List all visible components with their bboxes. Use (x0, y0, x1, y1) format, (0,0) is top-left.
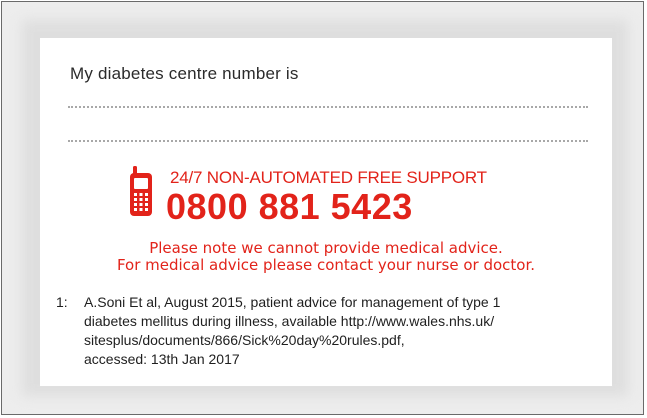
footnote-line: diabetes mellitus during illness, availa… (84, 313, 495, 329)
notice-line-2: For medical advice please contact your n… (116, 256, 536, 274)
mobile-phone-icon (130, 166, 152, 216)
notice-line-1: Please note we cannot provide medical ad… (149, 239, 503, 257)
footnote-number: 1: (56, 294, 68, 310)
footnote-line: sitesplus/documents/866/Sick%20day%20rul… (84, 332, 405, 348)
card-title: My diabetes centre number is (70, 64, 299, 83)
write-in-line (68, 106, 588, 108)
write-in-line (68, 140, 588, 142)
footnote-line: A.Soni Et al, August 2015, patient advic… (84, 294, 501, 310)
info-card: My diabetes centre number is 24/7 NON-AU… (40, 38, 612, 386)
footnote-text: A.Soni Et al, August 2015, patient advic… (84, 293, 500, 369)
support-label: 24/7 NON-AUTOMATED FREE SUPPORT (170, 168, 487, 187)
support-phone-number[interactable]: 0800 881 5423 (166, 186, 413, 228)
page-frame: My diabetes centre number is 24/7 NON-AU… (1, 1, 644, 415)
footnote-line: accessed: 13th Jan 2017 (84, 351, 240, 367)
